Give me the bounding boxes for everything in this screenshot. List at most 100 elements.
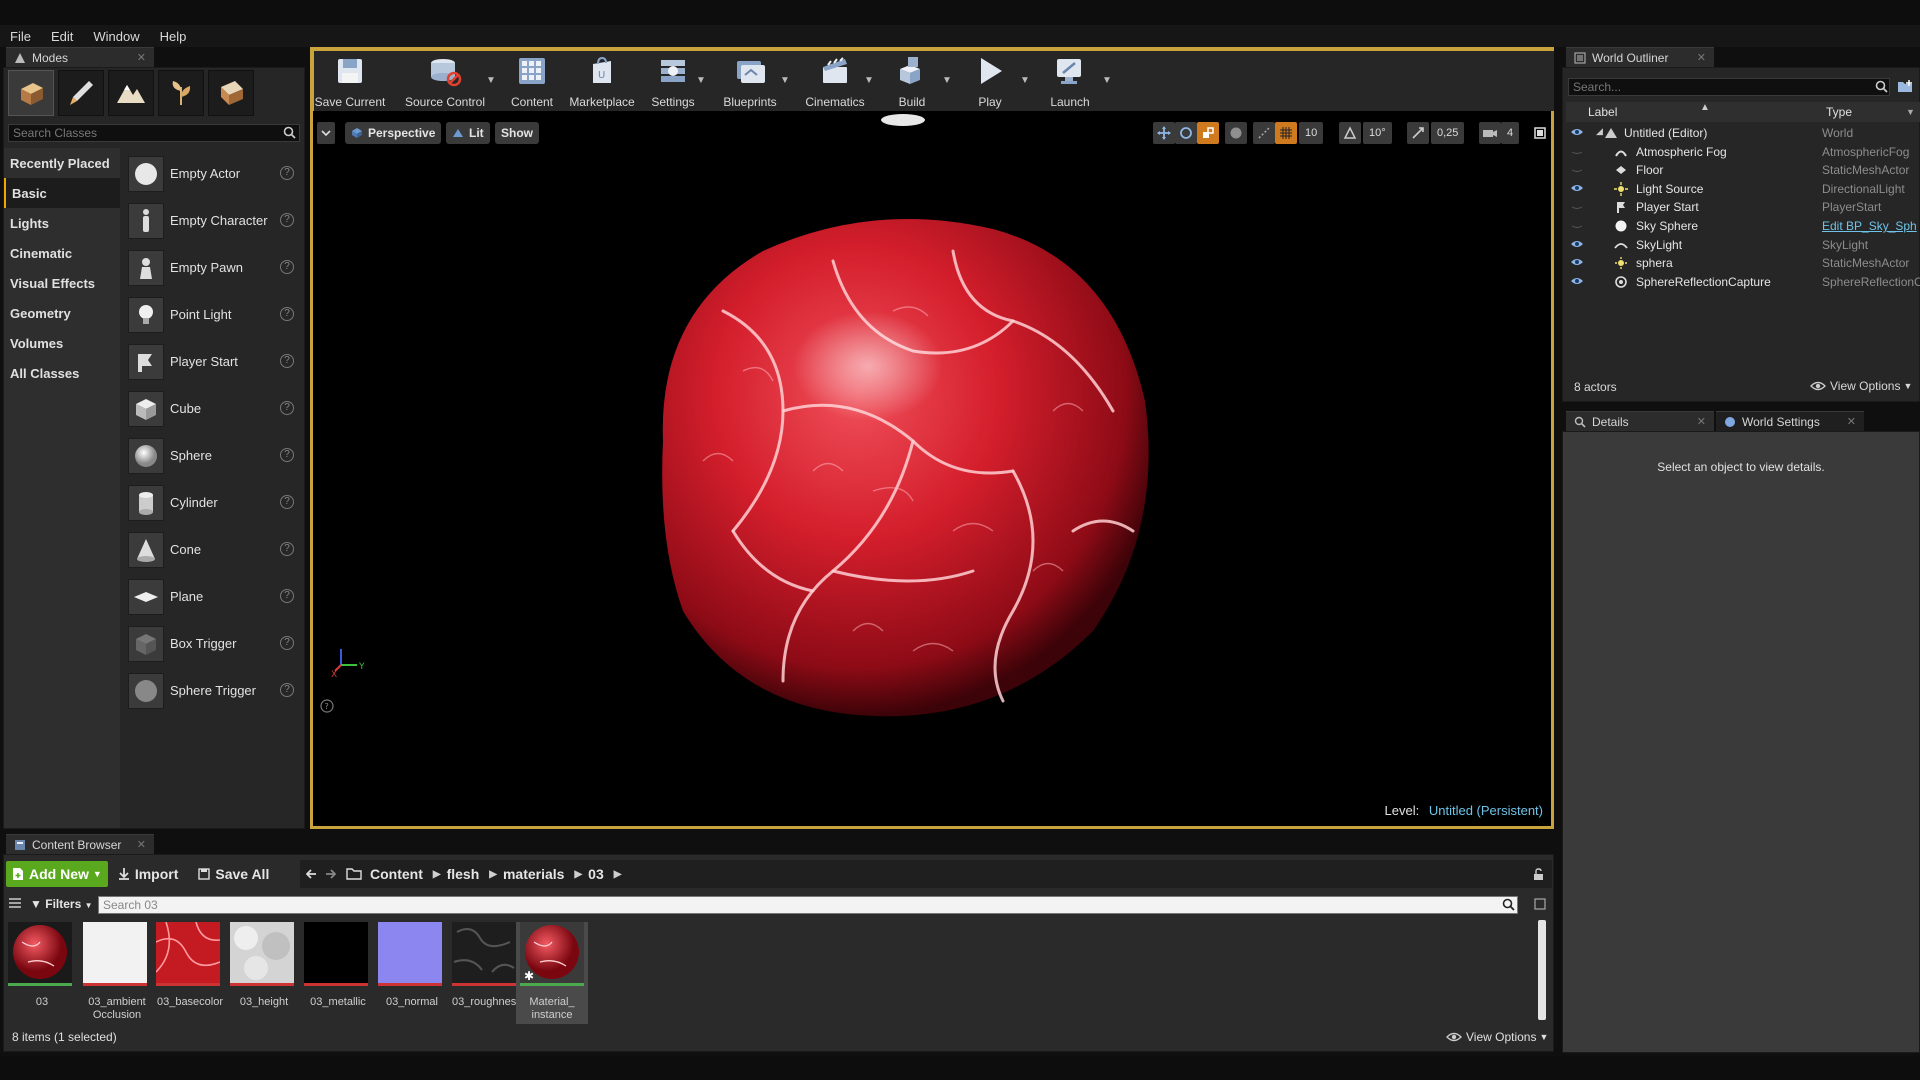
actor-empty-character[interactable]: Empty Character ? — [124, 197, 302, 244]
forward-arrow-icon[interactable] — [324, 868, 336, 880]
column-label[interactable]: Label — [1588, 105, 1617, 119]
eye-icon[interactable] — [1570, 276, 1584, 286]
view-options-button[interactable]: View Options ▼ — [1810, 379, 1912, 393]
close-icon[interactable]: ✕ — [137, 838, 146, 851]
breadcrumb-content[interactable]: Content — [370, 866, 423, 882]
chevron-right-icon[interactable]: ▶ — [614, 869, 622, 880]
foliage-mode-icon[interactable] — [158, 70, 204, 116]
blueprints-button[interactable]: Blueprints — [716, 53, 784, 111]
breadcrumb-03[interactable]: 03 — [588, 866, 604, 882]
actor-plane[interactable]: Plane ? — [124, 573, 302, 620]
column-type[interactable]: Type — [1826, 105, 1852, 119]
menu-window[interactable]: Window — [93, 29, 139, 44]
menu-edit[interactable]: Edit — [51, 29, 73, 44]
content-view-options-button[interactable]: View Options ▼ — [1446, 1030, 1548, 1044]
import-button[interactable]: Import — [108, 861, 189, 887]
lock-icon[interactable] — [1533, 867, 1544, 881]
marketplace-button[interactable]: U Marketplace — [566, 53, 638, 111]
actor-sphere[interactable]: Sphere ? — [124, 432, 302, 479]
help-icon[interactable]: ? — [280, 542, 294, 556]
chevron-down-icon[interactable]: ▼ — [942, 75, 952, 86]
category-all-classes[interactable]: All Classes — [4, 358, 120, 388]
close-icon[interactable]: ✕ — [1697, 415, 1706, 428]
level-name[interactable]: Untitled (Persistent) — [1429, 803, 1543, 818]
eye-icon[interactable] — [1570, 239, 1584, 249]
outliner-row[interactable]: Atmospheric Fog AtmosphericFog — [1566, 143, 1920, 161]
close-icon[interactable]: ✕ — [1697, 51, 1706, 64]
chevron-down-icon[interactable]: ▼ — [1906, 107, 1915, 117]
back-arrow-icon[interactable] — [306, 868, 318, 880]
actor-box-trigger[interactable]: Box Trigger ? — [124, 620, 302, 667]
sources-panel-icon[interactable] — [8, 897, 22, 909]
save-search-icon[interactable] — [1534, 898, 1546, 910]
tab-modes[interactable]: Modes ✕ — [6, 47, 154, 67]
actor-empty-actor[interactable]: Empty Actor ? — [124, 150, 302, 197]
actor-cube[interactable]: Cube ? — [124, 385, 302, 432]
outliner-row[interactable]: Floor StaticMeshActor — [1566, 161, 1920, 179]
eye-icon[interactable] — [1570, 257, 1584, 267]
asset-tile[interactable]: 03_normal — [378, 922, 446, 1024]
asset-tile[interactable]: 03 — [8, 922, 76, 1024]
help-icon[interactable]: ? — [280, 260, 294, 274]
outliner-row[interactable]: SphereReflectionCapture SphereReflectionC — [1566, 273, 1920, 291]
eye-hidden-icon[interactable] — [1570, 201, 1584, 211]
eye-hidden-icon[interactable] — [1570, 164, 1584, 174]
landscape-mode-icon[interactable] — [108, 70, 154, 116]
outliner-row[interactable]: ◢ Untitled (Editor) World — [1566, 124, 1920, 142]
geometry-mode-icon[interactable] — [208, 70, 254, 116]
search-icon[interactable] — [1875, 80, 1888, 93]
search-icon[interactable] — [1502, 898, 1515, 911]
asset-tile[interactable]: 03_ambient Occlusion — [83, 922, 151, 1024]
source-control-button[interactable]: Source Control — [400, 53, 490, 111]
outliner-search-input[interactable]: Search... — [1568, 78, 1890, 96]
menu-file[interactable]: File — [10, 29, 31, 44]
help-icon[interactable]: ? — [280, 307, 294, 321]
eye-icon[interactable] — [1570, 183, 1584, 193]
asset-scrollbar[interactable] — [1538, 920, 1546, 1020]
category-lights[interactable]: Lights — [4, 208, 120, 238]
breadcrumb-materials[interactable]: materials — [503, 866, 564, 882]
add-new-button[interactable]: Add New ▼ — [6, 861, 108, 887]
close-icon[interactable]: ✕ — [1847, 415, 1856, 428]
actor-empty-pawn[interactable]: Empty Pawn ? — [124, 244, 302, 291]
flesh-sphere[interactable] — [662, 218, 1149, 717]
breadcrumb-flesh[interactable]: flesh — [447, 866, 480, 882]
category-geometry[interactable]: Geometry — [4, 298, 120, 328]
chevron-right-icon[interactable]: ▶ — [574, 869, 582, 880]
launch-button[interactable]: Launch — [1040, 53, 1100, 111]
place-mode-icon[interactable] — [8, 70, 54, 116]
search-icon[interactable] — [283, 126, 296, 139]
asset-search-input[interactable]: Search 03 — [98, 896, 1518, 914]
build-button[interactable]: Build — [884, 53, 940, 111]
help-icon[interactable]: ? — [280, 448, 294, 462]
expand-arrow-icon[interactable]: ◢ — [1596, 126, 1603, 137]
category-visual-effects[interactable]: Visual Effects — [4, 268, 120, 298]
category-volumes[interactable]: Volumes — [4, 328, 120, 358]
outliner-row[interactable]: SkyLight SkyLight — [1566, 236, 1920, 254]
help-icon[interactable]: ? — [280, 589, 294, 603]
tab-details[interactable]: Details ✕ — [1566, 411, 1714, 431]
outliner-row[interactable]: Sky Sphere Edit BP_Sky_Sph — [1566, 217, 1920, 235]
chevron-down-icon[interactable]: ▼ — [1102, 75, 1112, 86]
category-cinematic[interactable]: Cinematic — [4, 238, 120, 268]
asset-tile[interactable]: 03_basecolor — [156, 922, 224, 1024]
category-basic[interactable]: Basic — [4, 178, 120, 208]
chevron-down-icon[interactable]: ▼ — [696, 75, 706, 86]
chevron-down-icon[interactable]: ▼ — [1020, 75, 1030, 86]
chevron-right-icon[interactable]: ▶ — [433, 869, 441, 880]
help-icon[interactable]: ? — [280, 683, 294, 697]
outliner-row[interactable]: Player Start PlayerStart — [1566, 198, 1920, 216]
level-viewport[interactable]: Perspective Lit Show 10 10° 0,25 4 Y X ?… — [310, 111, 1554, 829]
asset-tile[interactable]: 03_metallic — [304, 922, 372, 1024]
category-recently-placed[interactable]: Recently Placed — [4, 148, 120, 178]
paint-mode-icon[interactable] — [58, 70, 104, 116]
cinematics-button[interactable]: Cinematics — [798, 53, 872, 111]
save-all-button[interactable]: Save All — [188, 861, 279, 887]
outliner-row[interactable]: sphera StaticMeshActor — [1566, 254, 1920, 272]
content-button[interactable]: Content — [504, 53, 560, 111]
search-classes-input[interactable]: Search Classes — [8, 124, 300, 142]
close-icon[interactable]: ✕ — [137, 51, 146, 64]
asset-tile[interactable]: 03_height — [230, 922, 298, 1024]
menu-help[interactable]: Help — [160, 29, 187, 44]
actor-sphere-trigger[interactable]: Sphere Trigger ? — [124, 667, 302, 714]
